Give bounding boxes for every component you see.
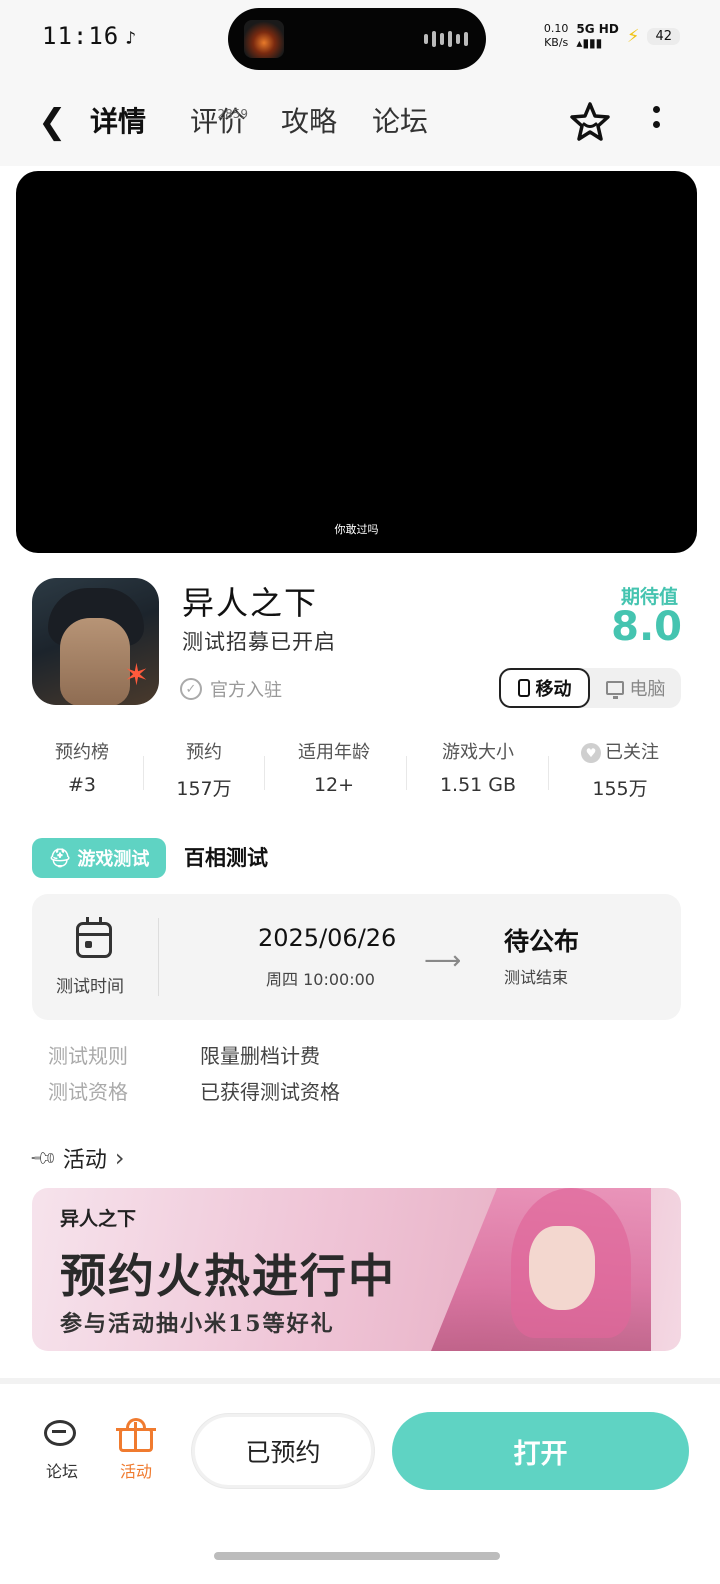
test-weekday-time: 周四 10:00:00 — [266, 970, 375, 989]
forum-button[interactable]: 论坛 — [32, 1418, 92, 1482]
top-nav: ❮ 详情 评价 2859 攻略 论坛 — [0, 80, 720, 166]
signal-icon: 5G HD ▴▮▮▮ — [576, 22, 619, 50]
test-time-card[interactable]: 测试时间 2025/06/26 周四 10:00:00 ⟶ 待公布 测试结束 — [32, 894, 681, 1020]
platform-pc-button[interactable]: 电脑 — [590, 668, 681, 708]
platform-mobile-button[interactable]: 移动 — [499, 668, 590, 708]
charging-icon: ⚡ — [626, 25, 640, 47]
video-player[interactable]: 你敢过吗 — [16, 171, 697, 553]
test-icon: ⛑ — [48, 847, 72, 869]
home-indicator[interactable] — [214, 1552, 500, 1560]
audio-wave-icon — [424, 31, 468, 47]
tab-forum[interactable]: 论坛 — [372, 102, 428, 142]
game-title: 异人之下 — [182, 584, 319, 622]
test-qualification-row: 测试资格 已获得测试资格 — [48, 1080, 340, 1104]
test-time-label: 测试时间 — [56, 977, 124, 997]
tab-guides[interactable]: 攻略 — [281, 102, 337, 142]
test-end-status: 待公布 — [504, 927, 580, 956]
activity-banner[interactable]: 异人之下 预约火热进行中 参与活动抽小米15等好礼 — [32, 1188, 681, 1351]
chevron-right-icon: › — [114, 1144, 125, 1172]
monitor-icon — [605, 681, 624, 699]
music-note-icon: ♪ — [125, 28, 138, 49]
battery-indicator: 42 — [647, 27, 680, 45]
activity-header[interactable]: 📌︎ 活动 › — [28, 1142, 125, 1174]
open-button[interactable]: 打开 — [392, 1412, 689, 1490]
status-indicators: 0.10 KB/s 5G HD ▴▮▮▮ ⚡ 42 — [544, 22, 680, 50]
phone-icon — [517, 679, 530, 697]
gift-icon — [116, 1418, 156, 1452]
stat-size: 游戏大小 1.51 GB — [439, 742, 517, 796]
status-time: 11:16 ♪ — [42, 22, 138, 50]
game-test-badge: ⛑ 游戏测试 — [32, 838, 166, 878]
stat-followed[interactable]: ♥ 已关注 155万 — [550, 740, 690, 801]
review-count: 2859 — [217, 107, 249, 121]
pin-icon: 📌︎ — [27, 1142, 59, 1174]
test-date: 2025/06/26 — [258, 924, 397, 952]
game-app-icon: ✶ — [32, 578, 159, 705]
stat-reservations: 预约 157万 — [176, 742, 232, 800]
heart-icon: ♥ — [581, 743, 601, 763]
arrow-right-icon: ⟶ — [424, 946, 462, 976]
dynamic-island[interactable] — [228, 8, 486, 70]
net-speed: 0.10 KB/s — [543, 22, 569, 49]
calendar-icon — [76, 917, 112, 958]
stat-rank[interactable]: 预约榜 #3 — [12, 740, 152, 796]
test-end-label: 测试结束 — [504, 968, 569, 987]
banner-title: 预约火热进行中 — [60, 1249, 396, 1303]
test-name: 百相测试 — [184, 846, 268, 870]
official-badge: ✓ 官方入驻 — [180, 676, 282, 702]
banner-subtitle: 参与活动抽小米15等好礼 — [60, 1311, 335, 1337]
banner-logo: 异人之下 — [60, 1208, 137, 1230]
platform-switch: 移动 电脑 — [499, 668, 681, 708]
verified-check-icon: ✓ — [180, 678, 202, 700]
status-bar: 11:16 ♪ 0.10 KB/s 5G HD ▴▮▮▮ ⚡ 42 — [0, 0, 720, 80]
game-stats: 预约榜 #3 预约 157万 适用年龄 12+ 游戏大小 1.51 GB ♥ 已关注 15… — [0, 740, 720, 804]
character-illustration — [529, 1226, 595, 1310]
activity-button[interactable]: 活动 — [106, 1418, 166, 1482]
reserved-button[interactable]: 已预约 — [192, 1414, 374, 1488]
test-rule-row: 测试规则 限量删档计费 — [48, 1044, 320, 1068]
tab-reviews[interactable]: 评价 2859 — [190, 102, 248, 142]
stat-age: 适用年龄 12+ — [298, 742, 370, 796]
more-options-icon[interactable] — [644, 106, 668, 138]
video-subtitle: 你敢过吗 — [334, 523, 379, 536]
expect-score: 8.0 — [611, 604, 682, 650]
forum-chat-icon — [42, 1418, 82, 1452]
media-thumbnail — [244, 20, 284, 58]
follow-star-icon[interactable] — [568, 100, 612, 144]
recruit-status: 测试招募已开启 — [182, 630, 336, 654]
tab-details[interactable]: 详情 — [86, 102, 151, 142]
back-chevron-icon[interactable]: ❮ — [38, 104, 67, 140]
bottom-action-bar: 论坛 活动 已预约 打开 — [0, 1378, 720, 1584]
